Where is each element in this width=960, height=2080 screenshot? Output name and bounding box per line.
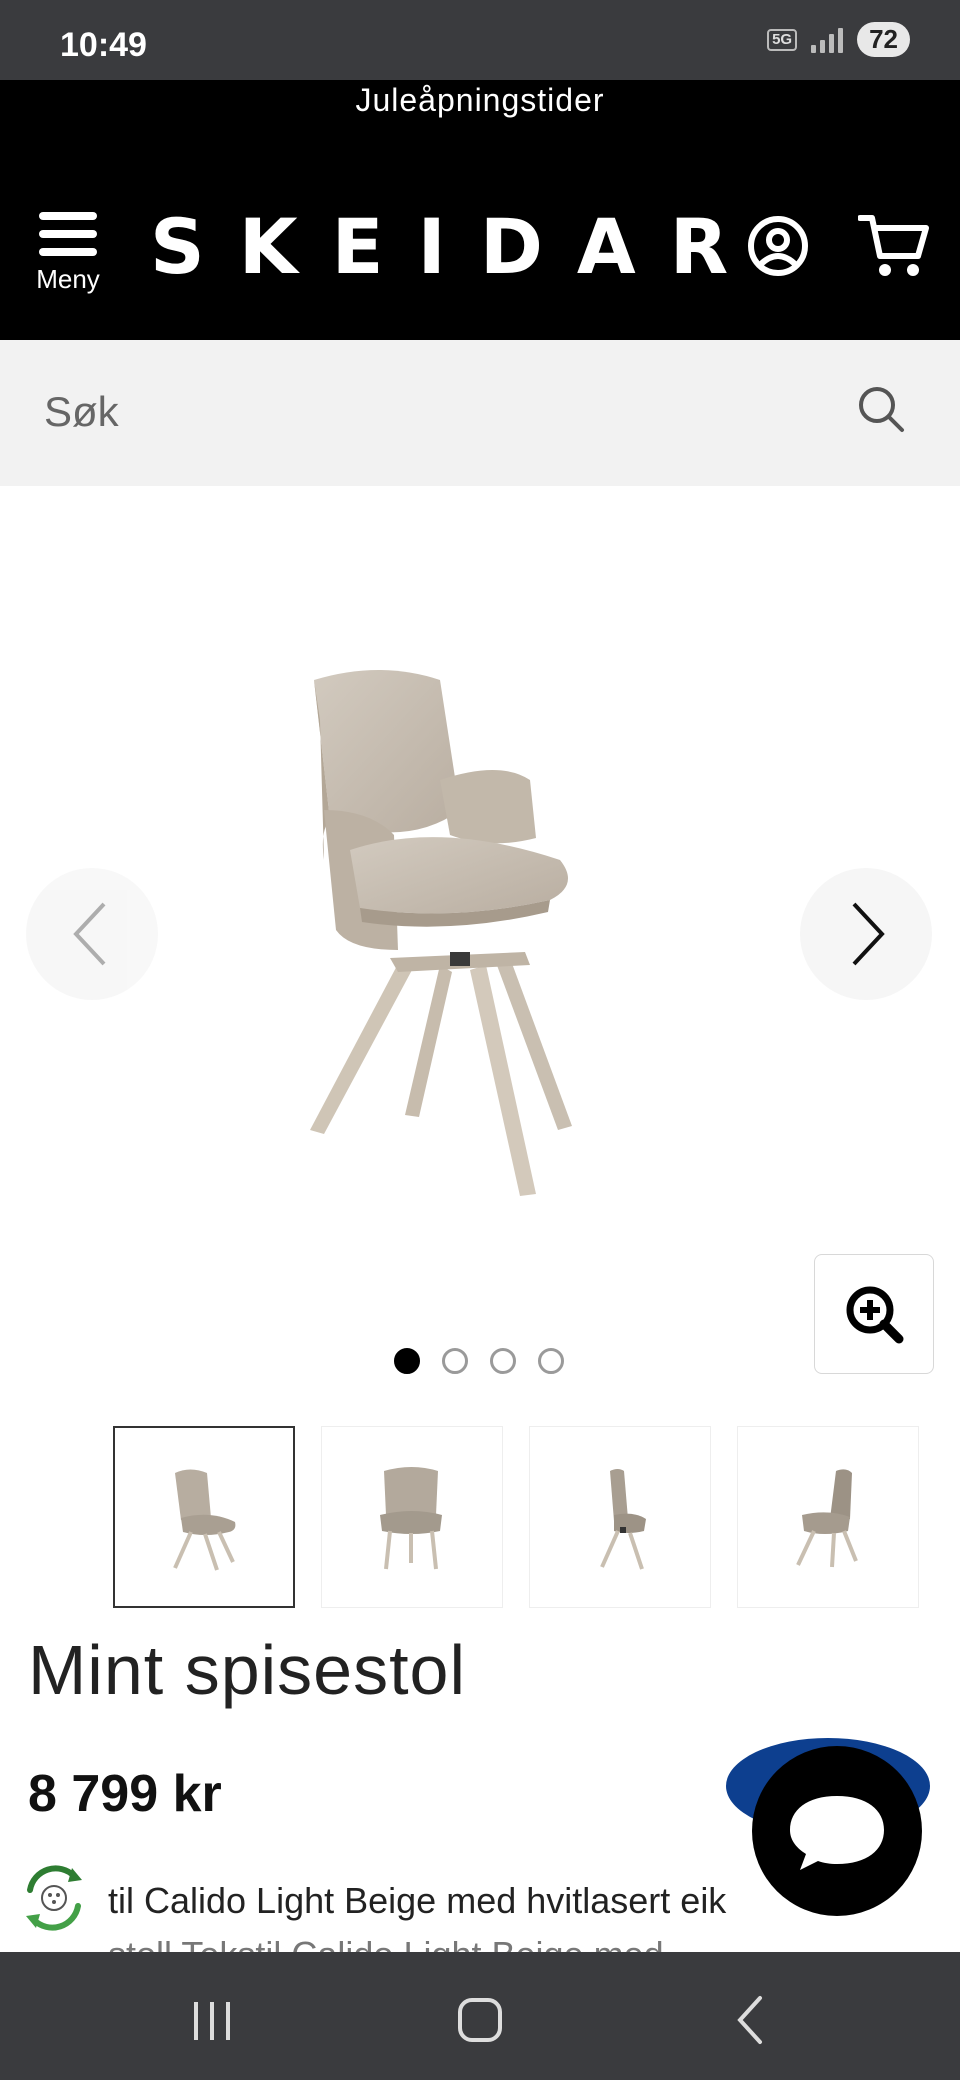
- hamburger-icon: [30, 212, 106, 256]
- status-icons: 5G 72: [767, 22, 910, 57]
- recents-icon: [194, 2002, 230, 2040]
- battery-indicator: 72: [857, 22, 910, 57]
- pagination-dot[interactable]: [442, 1348, 468, 1374]
- menu-button[interactable]: Meny: [30, 212, 106, 302]
- thumbnail-image: [600, 1469, 646, 1570]
- back-icon: [737, 1996, 762, 2044]
- search-icon[interactable]: [856, 384, 908, 436]
- product-title: Mint spisestol: [28, 1631, 467, 1709]
- menu-label: Meny: [36, 264, 100, 294]
- thumbnail-2[interactable]: [321, 1426, 503, 1608]
- chevron-right-icon: [852, 902, 885, 966]
- home-button[interactable]: [420, 1952, 540, 2080]
- site-header: Juleåpningstider Meny SKEIDAR: [0, 80, 960, 340]
- search-bar: [0, 340, 960, 486]
- thumbnail-3[interactable]: [529, 1426, 711, 1608]
- product-image-main[interactable]: [290, 660, 680, 1200]
- system-nav-bar: [0, 1952, 960, 2080]
- search-input[interactable]: [44, 380, 824, 444]
- chevron-left-icon: [73, 902, 106, 966]
- status-bar: 10:49 5G 72: [0, 0, 960, 80]
- gallery-next-button[interactable]: [800, 868, 932, 1000]
- gallery-prev-button[interactable]: [26, 868, 158, 1000]
- zoom-button[interactable]: [814, 1254, 934, 1374]
- shopping-cart-icon[interactable]: [858, 212, 930, 280]
- pagination-dot[interactable]: [538, 1348, 564, 1374]
- home-icon: [458, 1998, 502, 2042]
- chat-button[interactable]: [752, 1746, 922, 1916]
- thumbnail-image: [173, 1469, 236, 1571]
- skeidar-logo[interactable]: SKEIDAR: [150, 202, 762, 291]
- thumbnail-4[interactable]: [737, 1426, 919, 1608]
- product-price: 8 799 kr: [28, 1765, 222, 1823]
- signal-icon: [811, 27, 844, 53]
- thumbnail-1[interactable]: [113, 1426, 295, 1608]
- network-5g-icon: 5G: [767, 28, 798, 51]
- recents-button[interactable]: [152, 1952, 272, 2080]
- zoom-in-icon: [846, 1286, 904, 1344]
- chat-bubble-icon: [790, 1796, 884, 1870]
- pagination-dot[interactable]: [490, 1348, 516, 1374]
- thumbnail-strip: [113, 1426, 919, 1608]
- thumbnail-image: [380, 1467, 442, 1570]
- pagination-dot[interactable]: [394, 1348, 420, 1374]
- status-time: 10:49: [60, 26, 147, 64]
- promo-link[interactable]: Juleåpningstider: [0, 80, 960, 119]
- product-description: til Calido Light Beige med hvitlasert ei…: [108, 1880, 727, 1921]
- thumbnail-image: [796, 1469, 858, 1568]
- back-button[interactable]: [690, 1952, 810, 2080]
- user-circle-icon[interactable]: [746, 214, 810, 278]
- recycle-icon[interactable]: [16, 1860, 92, 1936]
- gallery-pagination: [394, 1348, 564, 1374]
